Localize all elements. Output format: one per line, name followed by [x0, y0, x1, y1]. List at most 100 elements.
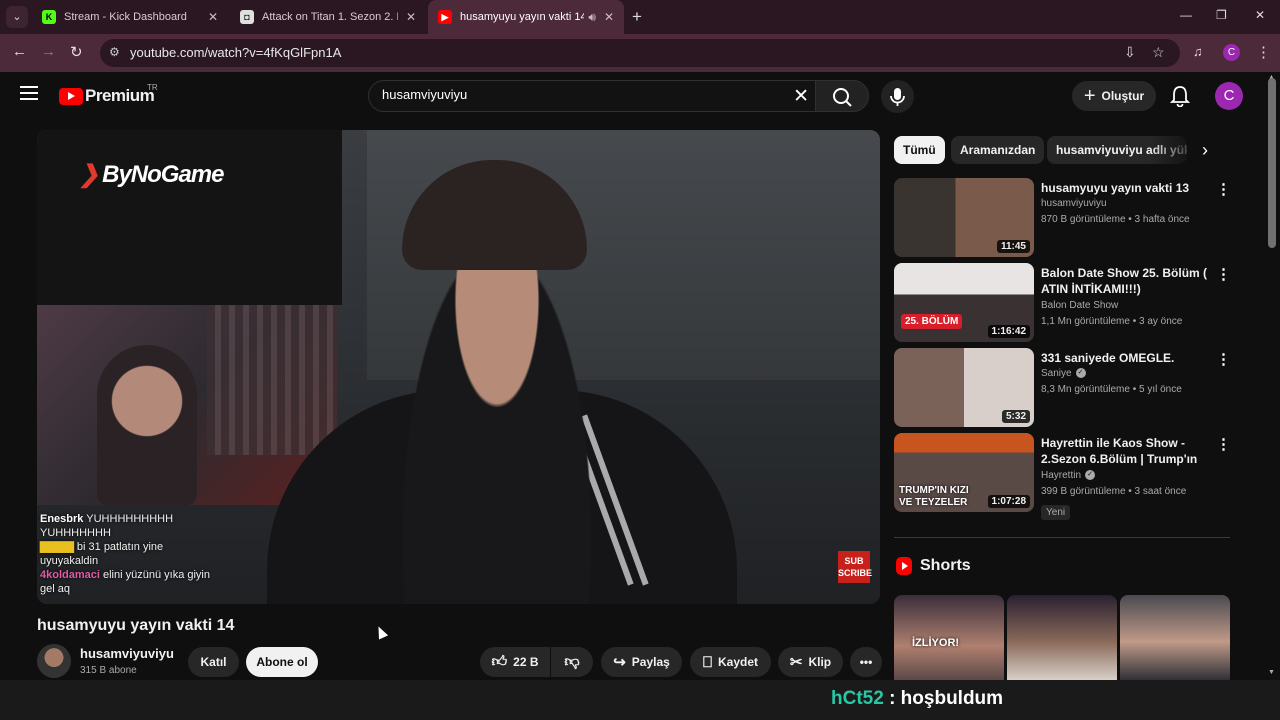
- video-duration: 5:32: [1001, 410, 1030, 423]
- recommendation-meta: 1,1 Mn görüntüleme • 3 ay önce: [1041, 316, 1183, 327]
- bottom-chat-message: hCt52 : hoşbuldum: [831, 688, 1003, 710]
- recommendation-title[interactable]: Balon Date Show 25. Bölüm ( ATIN İNTİKAM…: [1041, 265, 1211, 297]
- browser-toolbar: ← → ↻ ⚙ youtube.com/watch?v=4fKqGlFpn1A …: [0, 34, 1280, 72]
- reload-icon[interactable]: ↻: [70, 43, 83, 61]
- close-tab-icon[interactable]: ✕: [604, 10, 614, 24]
- restore-icon[interactable]: ❐: [1216, 8, 1227, 22]
- recommendation-meta: 870 B görüntüleme • 3 hafta önce: [1041, 214, 1190, 225]
- close-tab-icon[interactable]: ✕: [208, 10, 218, 24]
- short-item[interactable]: [1120, 595, 1230, 680]
- more-vertical-icon[interactable]: ⋮: [1216, 435, 1231, 453]
- microphone-icon: [890, 88, 905, 106]
- address-bar[interactable]: ⚙ youtube.com/watch?v=4fKqGlFpn1A ⇩ ☆: [100, 39, 1180, 67]
- url-text[interactable]: youtube.com/watch?v=4fKqGlFpn1A: [130, 45, 341, 60]
- chips-fade: [1150, 136, 1230, 164]
- scissors-icon: ✂: [789, 654, 803, 671]
- more-vertical-icon[interactable]: ⋮: [1216, 180, 1231, 198]
- share-button[interactable]: ↪ Paylaş: [601, 647, 682, 677]
- chip-from-search[interactable]: Aramanızdan: [951, 136, 1045, 164]
- search-box: ✕: [368, 80, 816, 112]
- save-button[interactable]: ⎕ Kaydet: [690, 647, 771, 677]
- video-thumbnail[interactable]: 25. BÖLÜM 1:16:42: [894, 263, 1034, 342]
- site-info-icon[interactable]: ⚙: [109, 45, 120, 59]
- recommendation-channel[interactable]: Saniye ✓: [1041, 368, 1086, 379]
- account-avatar[interactable]: C: [1215, 82, 1243, 110]
- close-tab-icon[interactable]: ✕: [406, 10, 416, 24]
- dislike-button[interactable]: 👎︎: [551, 647, 593, 677]
- recommendation-title[interactable]: husamyuyu yayın vakti 13: [1041, 180, 1211, 196]
- forward-icon[interactable]: →: [41, 43, 56, 60]
- search-button[interactable]: [815, 80, 869, 112]
- video-thumbnail[interactable]: 11:45: [894, 178, 1034, 257]
- video-thumbnail[interactable]: TRUMP'IN KIZI VE TEYZELER 1:07:28: [894, 433, 1034, 512]
- like-button[interactable]: 👍︎ 22 B: [480, 647, 550, 677]
- more-vertical-icon[interactable]: ⋮: [1216, 350, 1231, 368]
- bookmark-icon: ⎕: [702, 653, 712, 671]
- recommendation-title[interactable]: Hayrettin ile Kaos Show - 2.Sezon 6.Bölü…: [1041, 435, 1211, 467]
- section-divider: [894, 537, 1230, 538]
- minimize-icon[interactable]: —: [1180, 8, 1192, 22]
- new-tab-button[interactable]: +: [632, 7, 642, 27]
- recommendation-channel[interactable]: Balon Date Show: [1041, 300, 1118, 311]
- search-input[interactable]: [382, 87, 782, 102]
- clip-button[interactable]: ✂ Klip: [778, 647, 843, 677]
- recommendation-meta: 8,3 Mn görüntüleme • 5 yıl önce: [1041, 384, 1182, 395]
- create-label: Oluştur: [1101, 89, 1145, 103]
- short-caption: İZLİYOR!: [912, 637, 960, 649]
- youtube-favicon-icon: ▶: [438, 10, 452, 24]
- tab-kick-dashboard[interactable]: K Stream - Kick Dashboard ✕: [32, 0, 228, 34]
- recommendation-item[interactable]: 5:32 331 saniyede OMEGLE. Saniye ✓ 8,3 Mn…: [894, 348, 1234, 428]
- video-title: husamyuyu yayın vakti 14: [37, 617, 235, 634]
- browser-tab-bar: ⌄ K Stream - Kick Dashboard ✕ ◘ Attack o…: [0, 0, 1280, 34]
- video-thumbnail[interactable]: 5:32: [894, 348, 1034, 427]
- subscribe-overlay-badge: SUB SCRIBE: [838, 551, 872, 583]
- notifications-bell-icon[interactable]: [1169, 85, 1191, 112]
- hamburger-menu-icon[interactable]: [20, 86, 38, 100]
- logo-text: Premium: [85, 86, 155, 105]
- install-app-icon[interactable]: ⇩: [1124, 44, 1136, 61]
- short-item[interactable]: [1007, 595, 1117, 680]
- recommendation-channel[interactable]: husamviyuviyu: [1041, 198, 1107, 209]
- speaker-icon[interactable]: 🔊︎: [588, 10, 596, 25]
- tab-youtube-video[interactable]: ▶ husamyuyu yayın vakti 14 - 🔊︎ ✕: [428, 0, 624, 34]
- voice-search-button[interactable]: [881, 80, 914, 113]
- video-player[interactable]: ❯ ByNoGame Enesbrk YUHHHHHHHHH YUHHHHHHH …: [37, 130, 880, 604]
- search-icon: [833, 88, 852, 107]
- browser-profile-avatar[interactable]: C: [1223, 44, 1240, 61]
- chevron-right-icon[interactable]: ›: [1202, 140, 1208, 161]
- recommendation-item[interactable]: 11:45 husamyuyu yayın vakti 13 husamviyu…: [894, 178, 1234, 258]
- chip-all[interactable]: Tümü: [894, 136, 945, 164]
- more-vertical-icon[interactable]: ⋮: [1216, 265, 1231, 283]
- youtube-play-icon: [59, 87, 83, 105]
- browser-menu-icon[interactable]: ⋮: [1256, 43, 1271, 61]
- close-window-icon[interactable]: ✕: [1255, 8, 1265, 22]
- create-button[interactable]: + Oluştur: [1072, 81, 1156, 111]
- more-horizontal-icon: •••: [859, 655, 873, 669]
- channel-name[interactable]: husamviyuviyu: [80, 646, 174, 661]
- page-scrollbar[interactable]: [1268, 78, 1276, 248]
- channel-avatar[interactable]: [37, 644, 71, 678]
- share-icon: ↪: [613, 654, 626, 671]
- subscribe-button[interactable]: Abone ol: [246, 647, 318, 677]
- recommendation-title[interactable]: 331 saniyede OMEGLE.: [1041, 350, 1211, 366]
- bookmark-star-icon[interactable]: ☆: [1152, 44, 1165, 61]
- stream-chat-overlay: Enesbrk YUHHHHHHHHH YUHHHHHHH ▇▇▇▇ bi 31…: [40, 513, 210, 595]
- recommendation-channel[interactable]: Hayrettin ✓: [1041, 470, 1096, 481]
- recommendation-item[interactable]: 25. BÖLÜM 1:16:42 Balon Date Show 25. Bö…: [894, 263, 1234, 343]
- back-icon[interactable]: ←: [12, 43, 27, 60]
- scroll-down-arrow[interactable]: ▼: [1268, 669, 1275, 676]
- youtube-header: Premium TR ✕ + Oluştur C: [0, 72, 1280, 120]
- new-badge: Yeni: [1041, 505, 1071, 520]
- more-actions-button[interactable]: •••: [850, 647, 882, 677]
- media-controls-icon[interactable]: ♫: [1193, 44, 1203, 59]
- recommendation-item[interactable]: TRUMP'IN KIZI VE TEYZELER 1:07:28 Hayret…: [894, 433, 1234, 520]
- tab-title: Attack on Titan 1. Sezon 2. Bölüm: [262, 11, 398, 23]
- short-item[interactable]: İZLİYOR!: [894, 595, 1004, 680]
- clear-search-icon[interactable]: ✕: [793, 85, 809, 108]
- tab-search-button[interactable]: ⌄: [6, 6, 28, 28]
- channel-subscriber-count: 315 B abone: [80, 665, 137, 676]
- tab-attack-on-titan[interactable]: ◘ Attack on Titan 1. Sezon 2. Bölüm ✕: [230, 0, 426, 34]
- join-button[interactable]: Katıl: [188, 647, 239, 677]
- video-site-favicon-icon: ◘: [240, 10, 254, 24]
- youtube-premium-logo[interactable]: Premium TR: [59, 83, 158, 106]
